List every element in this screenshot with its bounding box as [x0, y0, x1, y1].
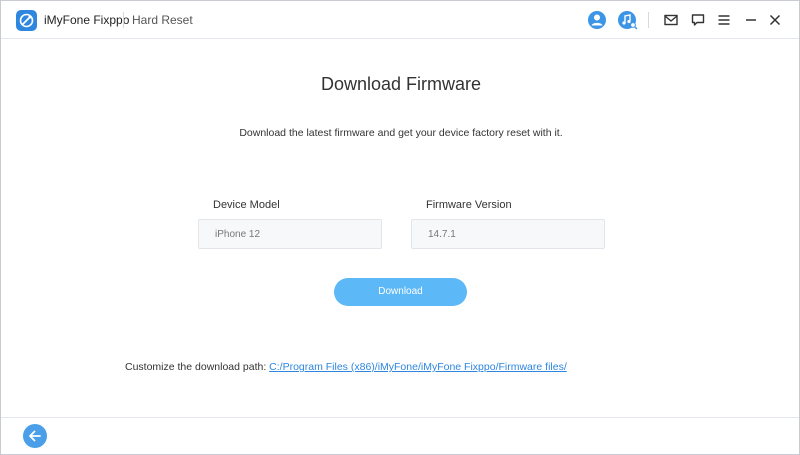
mail-icon[interactable] — [661, 10, 681, 30]
footer-divider — [1, 417, 799, 418]
title-bar: iMyFone Fixppo Hard Reset — [1, 1, 799, 39]
mode-label: Hard Reset — [132, 13, 193, 27]
back-arrow-icon[interactable] — [23, 424, 47, 448]
firmware-version-label: Firmware Version — [426, 199, 512, 211]
app-name: iMyFone Fixppo — [44, 13, 130, 27]
menu-icon[interactable] — [714, 10, 734, 30]
page-title: Download Firmware — [320, 74, 482, 94]
page-subtitle: Download the latest firmware and get you… — [239, 127, 563, 139]
device-model-label: Device Model — [213, 199, 280, 211]
music-search-icon[interactable] — [617, 10, 638, 30]
title-separator — [123, 12, 124, 28]
account-icon[interactable] — [587, 10, 607, 30]
download-path-link[interactable]: C:/Program Files (x86)/iMyFone/iMyFone F… — [269, 361, 567, 373]
download-path-label: Customize the download path: — [125, 361, 270, 373]
app-logo — [16, 10, 37, 31]
minimize-icon[interactable] — [741, 10, 761, 30]
download-button[interactable]: Download — [334, 278, 467, 306]
toolbar-divider — [648, 12, 649, 28]
download-path-row: Customize the download path: C:/Program … — [125, 361, 567, 373]
feedback-icon[interactable] — [688, 10, 708, 30]
device-model-field: iPhone 12 — [198, 219, 382, 249]
close-icon[interactable] — [765, 10, 785, 30]
firmware-version-field: 14.7.1 — [411, 219, 605, 249]
app-window: iMyFone Fixppo Hard Reset Download Firmw… — [0, 0, 800, 455]
